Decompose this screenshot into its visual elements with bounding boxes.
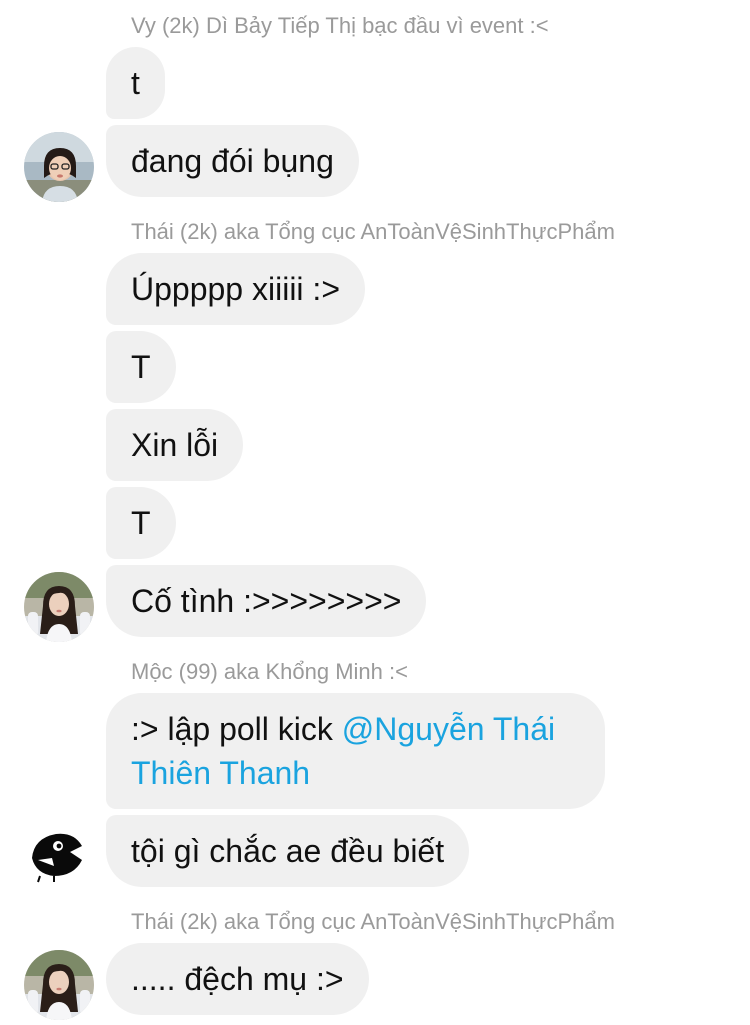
avatar-thai-photo [24, 572, 94, 642]
message-bubble[interactable]: :> lập poll kick @Nguyễn Thái Thiên Than… [106, 693, 605, 809]
avatar[interactable] [24, 950, 94, 1020]
message-text: tội gì chắc ae đều biết [131, 833, 445, 869]
message-text: Úppppp xiiiii :> [131, 271, 340, 307]
message-text: Xin lỗi [131, 427, 219, 463]
message-text: t [131, 65, 140, 101]
sender-name: Thái (2k) aka Tổng cục AnToànVệSinhThựcP… [131, 219, 615, 244]
message-text: đang đói bụng [131, 143, 334, 179]
message-bubble[interactable]: Úppppp xiiiii :> [106, 253, 365, 325]
sender-name: Vy (2k) Dì Bảy Tiếp Thị bạc đầu vì event… [131, 13, 549, 38]
avatar[interactable] [24, 572, 94, 642]
message-text: ..... đệch mụ :> [131, 961, 344, 997]
message-bubble[interactable]: ..... đệch mụ :> [106, 943, 369, 1015]
avatar[interactable] [24, 132, 94, 202]
message-text: Cố tình :>>>>>>>> [131, 583, 402, 619]
message-bubble[interactable]: t [106, 47, 165, 119]
avatar-thai-photo [24, 950, 94, 1020]
message-bubble[interactable]: đang đói bụng [106, 125, 359, 197]
message-bubble[interactable]: tội gì chắc ae đều biết [106, 815, 470, 887]
message-text: :> lập poll kick [131, 711, 342, 747]
avatar-moc-bird-icon [24, 816, 94, 886]
message-text: T [131, 349, 151, 385]
avatar[interactable] [24, 816, 94, 886]
message-bubble[interactable]: T [106, 331, 176, 403]
message-text: T [131, 505, 151, 541]
sender-name: Mộc (99) aka Khổng Minh :< [131, 659, 408, 684]
message-bubble[interactable]: T [106, 487, 176, 559]
message-bubble[interactable]: Cố tình :>>>>>>>> [106, 565, 427, 637]
avatar-vy-photo [24, 132, 94, 202]
message-bubble[interactable]: Xin lỗi [106, 409, 244, 481]
sender-name: Thái (2k) aka Tổng cục AnToànVệSinhThựcP… [131, 909, 615, 934]
chat-thread: Vy (2k) Dì Bảy Tiếp Thị bạc đầu vì event… [0, 0, 750, 1025]
